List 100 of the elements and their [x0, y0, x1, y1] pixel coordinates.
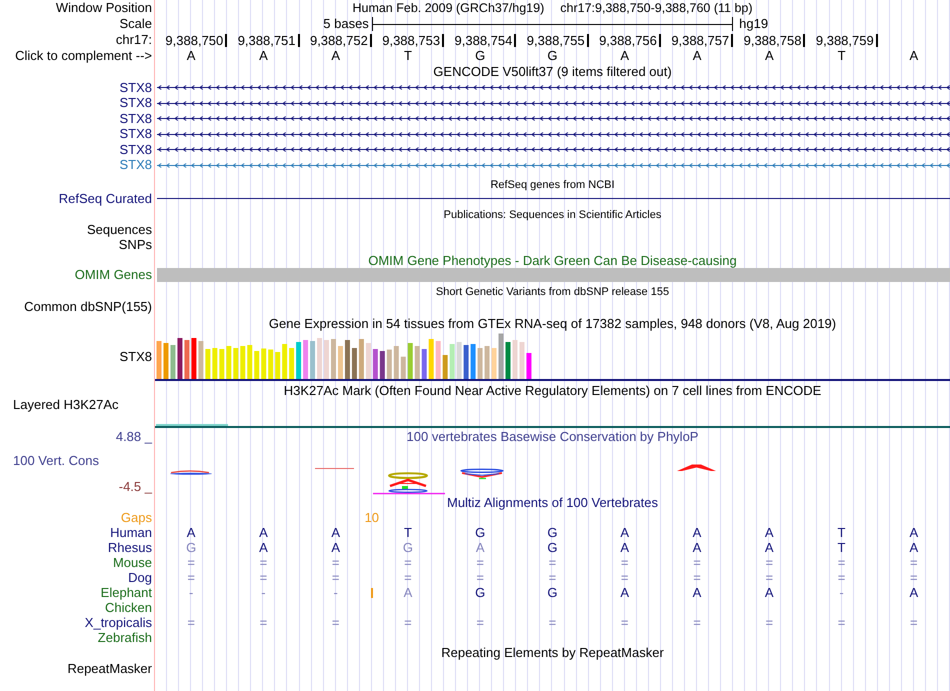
track-label[interactable]: Human [110, 526, 152, 540]
expression-bar [366, 343, 371, 379]
base-letter[interactable]: A [910, 49, 918, 63]
track-label[interactable]: STX8 [119, 112, 152, 126]
alignment-base: A [909, 526, 918, 540]
alignment-base: = [404, 616, 412, 630]
conservation-mark [314, 468, 354, 469]
base-letter[interactable]: A [259, 49, 268, 63]
alignment-base: A [909, 540, 918, 554]
track-label[interactable]: STX8 [119, 80, 152, 95]
alignment-base: A [620, 586, 630, 600]
expression-bar [247, 345, 252, 379]
base-letter[interactable]: T [838, 49, 846, 63]
conservation-logo [170, 470, 212, 475]
alignment-base: - [188, 586, 194, 600]
expression-bar [191, 338, 196, 379]
track-title: 100 vertebrates Basewise Conservation by PhyloP [406, 430, 698, 444]
assembly-title: Human Feb. 2009 (GRCh37/hg19) [352, 1, 544, 15]
expression-bar [261, 348, 266, 379]
expression-bar [331, 339, 336, 379]
track-label[interactable]: Layered H3K27Ac [13, 398, 119, 412]
expression-bar [233, 348, 238, 379]
expression-bar [205, 349, 210, 379]
track-label[interactable]: RepeatMasker [67, 662, 152, 676]
alignment-base: G [547, 526, 558, 540]
expression-bar [184, 340, 190, 379]
conservation-logo [677, 464, 716, 471]
expression-bar [163, 343, 168, 379]
alignment-base: G [475, 586, 486, 600]
expression-bar [156, 341, 162, 379]
alignment-base: A [692, 540, 702, 554]
alignment-base: = [260, 556, 268, 570]
base-letter[interactable]: G [547, 49, 558, 63]
alignment-base: A [692, 586, 702, 600]
base-letter[interactable]: A [764, 49, 774, 63]
track-label[interactable]: Mouse [112, 556, 152, 570]
expression-bar [212, 348, 218, 379]
alignment-base: = [910, 616, 918, 630]
alignment-base: A [764, 526, 774, 540]
base-letter[interactable]: G [475, 49, 486, 63]
expression-bar [282, 344, 288, 379]
base-letter[interactable]: A [620, 49, 630, 63]
track-title: GENCODE V50lift37 (9 items filtered out) [433, 65, 672, 79]
track-label[interactable]: STX8 [119, 350, 152, 364]
alignment-base: = [404, 556, 412, 570]
track-label[interactable]: OMIM Genes [74, 268, 152, 282]
alignment-base: A [692, 526, 702, 540]
alignment-base: = [693, 556, 701, 570]
track-label[interactable]: Zebrafish [98, 630, 152, 644]
track-label[interactable]: Elephant [100, 586, 152, 600]
track-title: RefSeq genes from NCBI [490, 178, 615, 192]
alignment-base: - [333, 586, 338, 600]
position-label: 9,388,752 [310, 34, 372, 46]
alignment-base: G [402, 540, 413, 554]
alignment-base: = [187, 616, 195, 630]
track-label[interactable]: Rhesus [108, 540, 152, 554]
base-letter[interactable]: A [186, 49, 196, 63]
expression-bar [442, 355, 448, 379]
expression-bar [296, 342, 302, 379]
alignment-base: A [764, 540, 774, 554]
alignment-base: = [838, 570, 846, 584]
track-label[interactable]: Dog [128, 570, 152, 584]
alignment-base: = [187, 570, 195, 584]
track-label[interactable]: Chicken [105, 600, 152, 614]
track-title: Repeating Elements by RepeatMasker [441, 646, 664, 660]
track-label[interactable]: Common dbSNP(155) [24, 300, 152, 314]
track-label[interactable]: STX8 [119, 96, 152, 110]
expression-bar [198, 341, 204, 379]
track-title: Multiz Alignments of 100 Vertebrates [446, 496, 658, 510]
scale-assembly: hg19 [739, 17, 768, 31]
track-label[interactable]: STX8 [119, 142, 152, 157]
alignment-base: = [620, 556, 629, 570]
alignment-base: = [620, 570, 629, 584]
track-label[interactable]: Sequences [86, 222, 152, 236]
position-label: 9,388,756 [599, 34, 661, 46]
expression-bar [358, 339, 364, 379]
alignment-base: = [838, 616, 846, 630]
track-label[interactable]: STX8 [119, 158, 152, 172]
alignment-base: - [261, 586, 266, 600]
base-letter[interactable]: A [692, 49, 702, 63]
alignment-base: G [475, 526, 486, 540]
expression-bar [289, 348, 294, 379]
base-letter[interactable]: T [404, 49, 412, 63]
track-label[interactable]: 100 Vert. Cons [13, 454, 99, 468]
expression-bar [422, 349, 427, 379]
base-letter[interactable]: A [331, 49, 340, 63]
alignment-base: = [548, 616, 556, 630]
alignment-base: = [838, 556, 846, 570]
alignment-base: A [259, 526, 268, 540]
track-label[interactable]: RefSeq Curated [58, 192, 152, 206]
track-label[interactable]: SNPs [118, 238, 152, 252]
expression-bar [498, 334, 504, 379]
alignment-base: A [620, 526, 630, 540]
track-label[interactable]: STX8 [119, 127, 152, 142]
scale-length: 5 bases [323, 17, 369, 31]
expression-bar [414, 346, 420, 379]
track-title: Gene Expression in 54 tissues from GTEx RNA-seq of 17382 samples, 948 donors (V8, Aug 2019) [268, 317, 836, 331]
alignment-base: = [693, 616, 701, 630]
expression-bar [268, 350, 274, 379]
track-label[interactable]: X_tropicalis [84, 616, 152, 630]
